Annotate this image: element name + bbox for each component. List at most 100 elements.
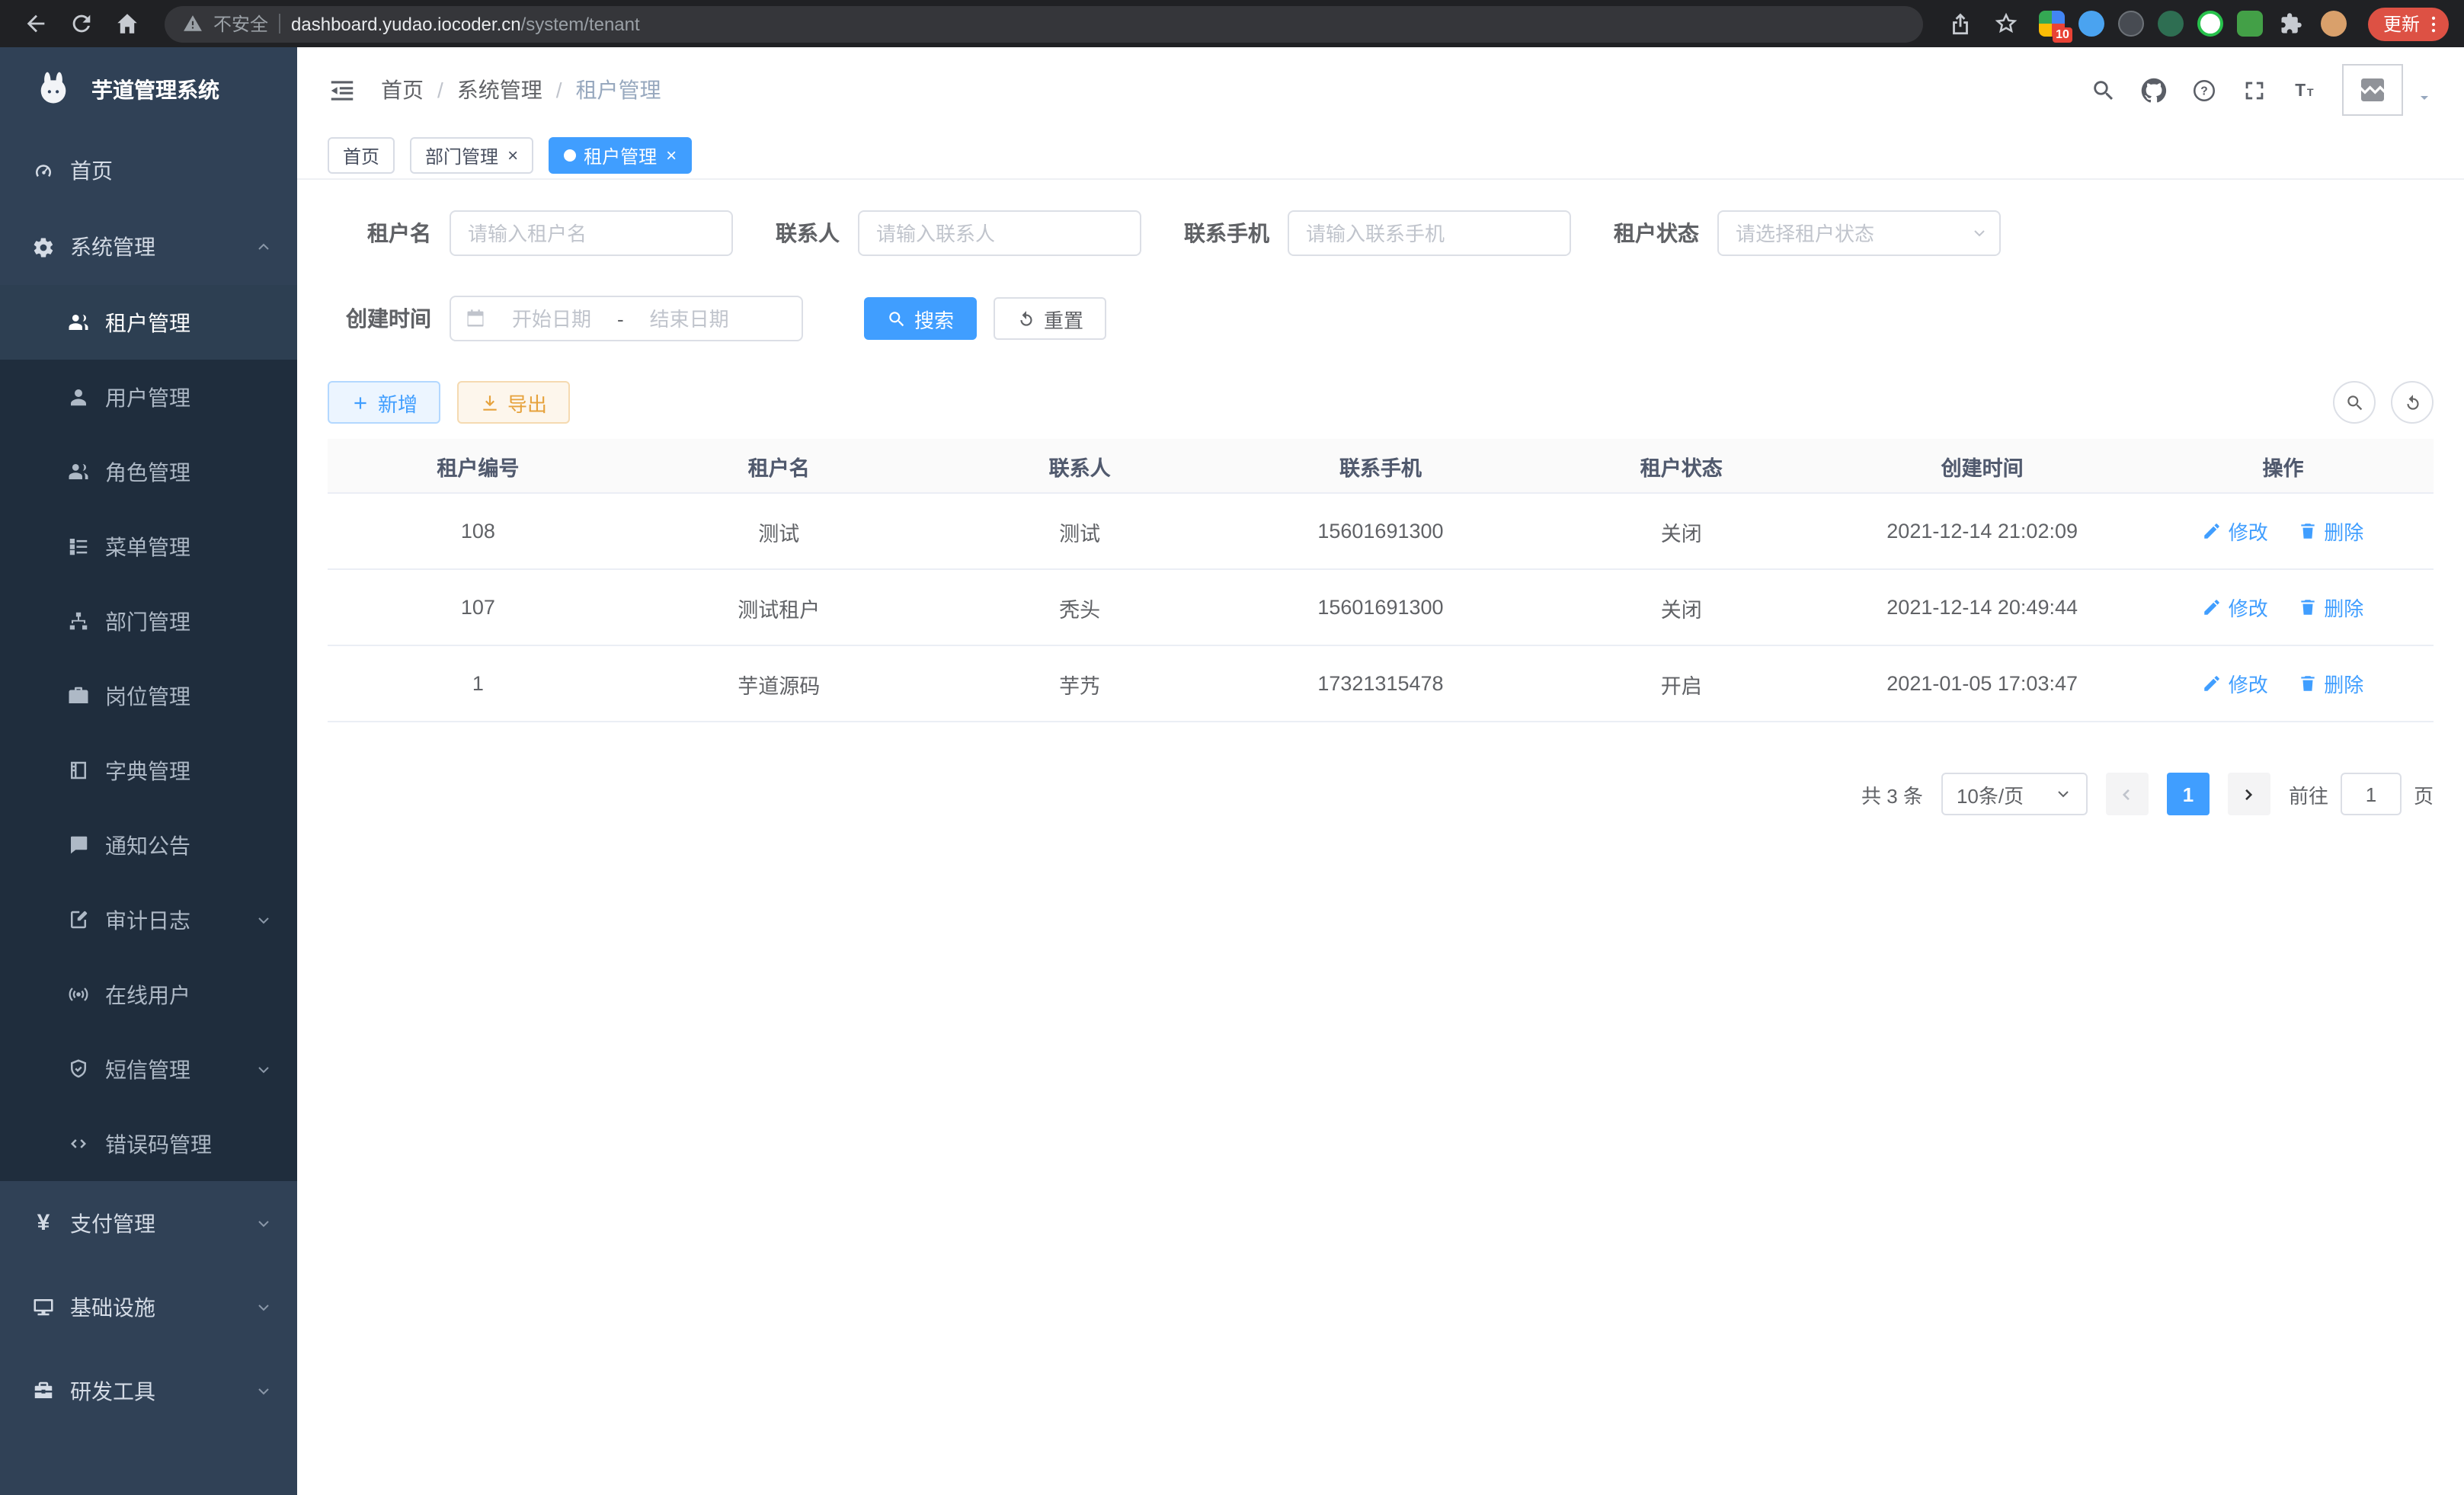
- chevron-down-icon: [254, 1381, 273, 1400]
- breadcrumb-home[interactable]: 首页: [381, 75, 424, 105]
- refresh-icon: [2402, 392, 2422, 412]
- sidebar-item-notice[interactable]: 通知公告: [0, 808, 297, 882]
- sidebar-item-payment-management[interactable]: ¥ 支付管理: [0, 1181, 297, 1265]
- browser-reload-button[interactable]: [61, 4, 101, 43]
- chevron-down-icon: [2054, 785, 2072, 803]
- table-row: 107 测试租户 秃头 15601691300 关闭 2021-12-14 20…: [328, 569, 2434, 645]
- github-link[interactable]: [2141, 77, 2167, 103]
- avatar-dropdown-caret[interactable]: [2415, 87, 2434, 114]
- page-number-1[interactable]: 1: [2167, 773, 2210, 815]
- header-search-button[interactable]: [2091, 77, 2117, 103]
- tab-dept-management[interactable]: 部门管理 ×: [410, 137, 533, 174]
- extension-dark-icon[interactable]: [2118, 11, 2144, 37]
- reset-button[interactable]: 重置: [994, 297, 1106, 340]
- cell-contact: 测试: [930, 493, 1230, 569]
- extensions-puzzle-button[interactable]: [2277, 4, 2307, 43]
- bookmark-button[interactable]: [1987, 4, 2027, 43]
- sidebar-item-dev-tools[interactable]: 研发工具: [0, 1349, 297, 1433]
- search-button[interactable]: 搜索: [864, 297, 977, 340]
- goto-page-input[interactable]: [2341, 773, 2402, 815]
- sidebar-item-home[interactable]: 首页: [0, 133, 297, 209]
- refresh-icon: [1016, 309, 1036, 328]
- edit-icon: [2203, 597, 2222, 617]
- cell-status: 关闭: [1531, 493, 1832, 569]
- breadcrumb-system[interactable]: 系统管理: [457, 75, 542, 105]
- browser-back-button[interactable]: [15, 4, 55, 43]
- tab-home[interactable]: 首页: [328, 137, 395, 174]
- phone-input[interactable]: [1288, 210, 1571, 256]
- sidebar-item-dict-management[interactable]: 字典管理: [0, 733, 297, 808]
- extension-grid-icon[interactable]: 10: [2039, 11, 2065, 37]
- briefcase-icon: [67, 684, 90, 707]
- home-icon: [114, 11, 139, 37]
- docs-help-button[interactable]: [2191, 77, 2217, 103]
- filter-contact: 联系人: [776, 210, 1141, 256]
- sidebar-item-label: 错误码管理: [105, 1128, 212, 1159]
- close-icon[interactable]: ×: [507, 146, 518, 165]
- next-page-button[interactable]: [2228, 773, 2270, 815]
- close-icon[interactable]: ×: [666, 146, 677, 165]
- toggle-search-button[interactable]: [2333, 381, 2376, 424]
- add-button[interactable]: 新增: [328, 381, 440, 424]
- active-dot: [564, 149, 576, 162]
- sidebar-item-sms-management[interactable]: 短信管理: [0, 1032, 297, 1106]
- delete-link[interactable]: 删除: [2298, 593, 2363, 622]
- date-range-picker[interactable]: -: [450, 296, 803, 341]
- export-button[interactable]: 导出: [457, 381, 570, 424]
- breadcrumb-current: 租户管理: [576, 75, 661, 105]
- extension-green-ring-icon[interactable]: [2197, 11, 2223, 37]
- book-icon: [67, 759, 90, 782]
- extension-blue-icon[interactable]: [2078, 11, 2104, 37]
- tenant-name-input[interactable]: [450, 210, 733, 256]
- start-date-input[interactable]: [492, 306, 611, 331]
- table-row: 108 测试 测试 15601691300 关闭 2021-12-14 21:0…: [328, 493, 2434, 569]
- browser-profile-avatar[interactable]: [2321, 11, 2347, 37]
- download-icon: [480, 392, 500, 412]
- refresh-table-button[interactable]: [2391, 381, 2434, 424]
- browser-update-button[interactable]: 更新: [2368, 7, 2449, 40]
- toolbox-icon: [32, 1379, 55, 1402]
- add-button-label: 新增: [378, 388, 418, 417]
- tab-label: 租户管理: [584, 142, 657, 168]
- browser-home-button[interactable]: [107, 4, 146, 43]
- sidebar-item-dept-management[interactable]: 部门管理: [0, 584, 297, 658]
- tab-tenant-management[interactable]: 租户管理 ×: [549, 137, 692, 174]
- delete-label: 删除: [2324, 593, 2363, 622]
- share-button[interactable]: [1941, 4, 1981, 43]
- sidebar-item-infrastructure[interactable]: 基础设施: [0, 1265, 297, 1349]
- url-bar[interactable]: 不安全 dashboard.yudao.iocoder.cn/system/te…: [165, 5, 1923, 42]
- filter-phone: 联系手机: [1184, 210, 1571, 256]
- browser-menu-kebab-icon[interactable]: [2423, 13, 2444, 34]
- status-select[interactable]: [1717, 210, 2001, 256]
- delete-link[interactable]: 删除: [2298, 669, 2363, 698]
- end-date-input[interactable]: [630, 306, 749, 331]
- fullscreen-button[interactable]: [2242, 77, 2267, 103]
- sidebar-collapse-button[interactable]: [328, 75, 357, 104]
- cell-tenant-id: 108: [328, 493, 629, 569]
- extension-darkgreen-icon[interactable]: [2158, 11, 2184, 37]
- edit-label: 修改: [2229, 593, 2268, 622]
- cell-tenant-id: 1: [328, 645, 629, 722]
- contact-input[interactable]: [858, 210, 1141, 256]
- sidebar-item-menu-management[interactable]: 菜单管理: [0, 509, 297, 584]
- sidebar-item-tenant-management[interactable]: 租户管理: [0, 285, 297, 360]
- table-header-row: 租户编号 租户名 联系人 联系手机 租户状态 创建时间 操作: [328, 439, 2434, 493]
- sidebar-item-system-management[interactable]: 系统管理: [0, 209, 297, 285]
- edit-link[interactable]: 修改: [2203, 593, 2268, 622]
- edit-link[interactable]: 修改: [2203, 669, 2268, 698]
- user-avatar[interactable]: [2342, 64, 2403, 116]
- delete-link[interactable]: 删除: [2298, 517, 2363, 546]
- sidebar-item-audit-log[interactable]: 审计日志: [0, 882, 297, 957]
- edit-link[interactable]: 修改: [2203, 517, 2268, 546]
- status-select-input[interactable]: [1717, 210, 2001, 256]
- prev-page-button[interactable]: [2106, 773, 2149, 815]
- extension-green-square-icon[interactable]: [2237, 11, 2263, 37]
- sidebar-item-role-management[interactable]: 角色管理: [0, 434, 297, 509]
- sidebar-item-error-code-management[interactable]: 错误码管理: [0, 1106, 297, 1181]
- menu-tree-icon: [67, 535, 90, 558]
- font-size-button[interactable]: [2292, 77, 2318, 103]
- sidebar-item-user-management[interactable]: 用户管理: [0, 360, 297, 434]
- sidebar-item-online-users[interactable]: 在线用户: [0, 957, 297, 1032]
- sidebar-item-post-management[interactable]: 岗位管理: [0, 658, 297, 733]
- page-size-select[interactable]: 10条/页: [1941, 773, 2088, 815]
